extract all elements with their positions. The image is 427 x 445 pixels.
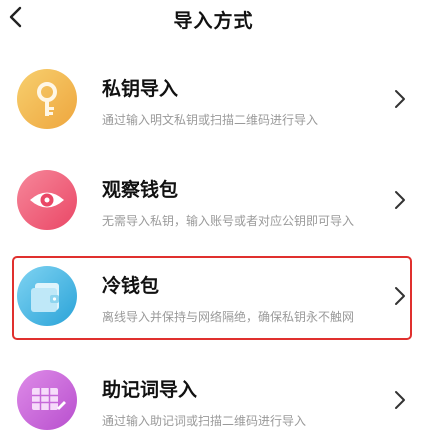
cold-wallet-icon (17, 266, 77, 326)
chevron-right-icon (395, 90, 405, 108)
option-title: 观察钱包 (102, 179, 179, 201)
option-description: 无需导入私钥，输入账号或者对应公钥即可导入 (102, 214, 355, 228)
option-title: 冷钱包 (102, 275, 160, 297)
option-watch-wallet[interactable]: 观察钱包 无需导入私钥，输入账号或者对应公钥即可导入 (0, 157, 427, 245)
key-icon (17, 69, 77, 129)
mnemonic-grid-icon (17, 370, 77, 430)
eye-icon (17, 170, 77, 230)
header: 导入方式 (0, 0, 427, 40)
option-cold-wallet[interactable]: 冷钱包 离线导入并保持与网络隔绝，确保私钥永不触网 (0, 253, 427, 341)
option-description: 离线导入并保持与网络隔绝，确保私钥永不触网 (102, 310, 355, 324)
page-title: 导入方式 (173, 10, 254, 32)
option-description: 通过输入助记词或扫描二维码进行导入 (102, 414, 307, 428)
chevron-right-icon (395, 191, 405, 209)
option-title: 助记词导入 (102, 379, 198, 401)
chevron-right-icon (395, 391, 405, 409)
option-title: 私钥导入 (102, 78, 179, 100)
option-mnemonic-import[interactable]: 助记词导入 通过输入助记词或扫描二维码进行导入 (0, 357, 427, 445)
chevron-right-icon (395, 287, 405, 305)
option-private-key-import[interactable]: 私钥导入 通过输入明文私钥或扫描二维码进行导入 (0, 56, 427, 144)
option-description: 通过输入明文私钥或扫描二维码进行导入 (102, 113, 319, 127)
